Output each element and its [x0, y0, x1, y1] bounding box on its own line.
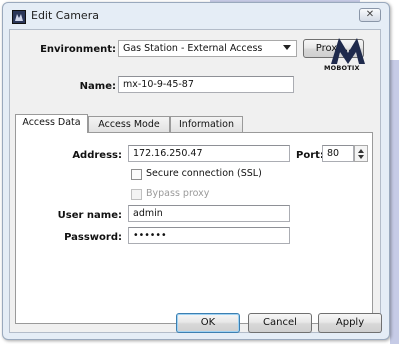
- ssl-checkbox[interactable]: [131, 169, 142, 180]
- password-label: Password:: [64, 232, 122, 243]
- bypass-proxy-checkbox[interactable]: [131, 189, 142, 200]
- camera-app-icon: [12, 10, 26, 24]
- username-label: User name:: [57, 210, 122, 221]
- port-spinner[interactable]: [354, 145, 368, 162]
- port-value: 80: [327, 148, 340, 159]
- name-label: Name:: [79, 81, 116, 92]
- address-field[interactable]: 172.16.250.47: [128, 145, 290, 162]
- environment-label: Environment:: [40, 44, 116, 55]
- chevron-down-icon: [283, 45, 291, 50]
- tab-information[interactable]: Information: [170, 116, 243, 133]
- background-strip: [390, 60, 399, 344]
- bypass-proxy-label: Bypass proxy: [146, 188, 210, 199]
- apply-button[interactable]: Apply: [318, 313, 382, 333]
- spin-down-icon: [358, 155, 364, 159]
- name-field[interactable]: mx-10-9-45-87: [118, 76, 294, 93]
- name-value: mx-10-9-45-87: [123, 79, 194, 90]
- address-value: 172.16.250.47: [133, 148, 203, 159]
- tab-access-data[interactable]: Access Data: [15, 114, 88, 133]
- environment-dropdown[interactable]: Gas Station - External Access: [118, 40, 297, 57]
- mobotix-logo-icon: [331, 38, 365, 64]
- port-field[interactable]: 80: [322, 145, 354, 162]
- address-label: Address:: [72, 150, 122, 161]
- password-field[interactable]: ••••••: [128, 227, 290, 244]
- close-button[interactable]: ✕: [359, 8, 381, 22]
- title-bar[interactable]: Edit Camera ✕: [3, 3, 389, 29]
- cancel-button[interactable]: Cancel: [248, 313, 312, 333]
- mobotix-logo-text: MOBOTIX: [324, 64, 360, 72]
- port-label: Port:: [296, 150, 324, 161]
- password-value: ••••••: [133, 230, 167, 241]
- window-title: Edit Camera: [31, 9, 99, 22]
- spin-up-icon: [358, 149, 364, 153]
- username-value: admin: [133, 208, 163, 219]
- environment-value: Gas Station - External Access: [123, 43, 263, 54]
- close-icon: ✕: [365, 9, 375, 20]
- username-field[interactable]: admin: [128, 205, 290, 222]
- ok-button[interactable]: OK: [176, 313, 240, 333]
- tab-access-mode[interactable]: Access Mode: [88, 116, 170, 133]
- ssl-label: Secure connection (SSL): [146, 168, 262, 179]
